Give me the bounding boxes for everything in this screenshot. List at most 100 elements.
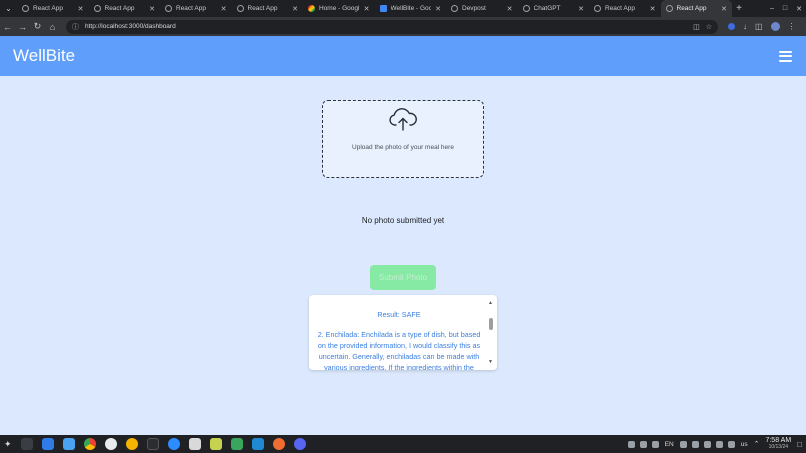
reload-icon[interactable]: ↻ <box>30 21 45 32</box>
globe-icon <box>165 5 172 12</box>
scrollbar-thumb[interactable] <box>488 318 493 330</box>
browser-tab[interactable]: ChatGPT ✕ <box>518 0 590 17</box>
address-bar[interactable]: ⓘ http://localhost:3000/dashboard ◫ ☆ <box>66 19 718 34</box>
bookmark-star-icon[interactable]: ☆ <box>706 23 712 31</box>
extensions-area: ↓ ◫ ⋮ <box>728 22 796 31</box>
browser-tab-strip: ⌄ React App ✕ React App ✕ React App ✕ React… <box>0 0 806 17</box>
task-manager-icon[interactable] <box>20 438 33 450</box>
brand-logo[interactable]: WellBite <box>13 46 75 66</box>
language-indicator[interactable]: EN <box>665 441 674 448</box>
result-content: Result: SAFE 2. Enchilada: Enchilada is … <box>309 295 489 370</box>
new-tab-icon[interactable]: + <box>732 3 746 14</box>
minimize-icon[interactable]: – <box>770 5 774 12</box>
settings-app-icon[interactable] <box>125 438 138 450</box>
close-icon[interactable]: ✕ <box>292 5 298 13</box>
globe-icon <box>594 5 601 12</box>
tab-label: React App <box>104 5 135 12</box>
keyboard-layout[interactable]: us <box>741 441 748 448</box>
side-panel-icon[interactable]: ◫ <box>755 22 763 31</box>
text-editor-icon[interactable] <box>188 438 201 450</box>
os-taskbar: ✦ EN us ⌃ 7:58 AM 10/13/24 □ <box>0 435 806 453</box>
vscode-icon[interactable] <box>251 438 264 450</box>
close-icon[interactable]: ✕ <box>78 5 84 13</box>
clock-date: 10/13/24 <box>768 444 789 450</box>
globe-icon <box>665 5 673 12</box>
discord-tray-icon[interactable] <box>639 440 647 448</box>
color-app-icon[interactable] <box>679 440 687 448</box>
install-app-icon[interactable]: ◫ <box>693 23 700 31</box>
home-icon[interactable]: ⌂ <box>45 22 60 32</box>
close-icon[interactable]: ✕ <box>149 5 155 13</box>
cloud-upload-icon <box>389 108 417 131</box>
no-photo-status: No photo submitted yet <box>361 216 445 225</box>
tray-icons <box>627 440 659 448</box>
forward-icon[interactable]: → <box>15 22 30 32</box>
system-monitor-icon[interactable] <box>230 438 243 450</box>
terminal-icon[interactable] <box>146 438 159 450</box>
tab-label: React App <box>247 5 278 12</box>
browser-tab-active[interactable]: React App ✕ <box>660 0 732 17</box>
close-icon[interactable]: ✕ <box>578 5 584 13</box>
back-icon[interactable]: ← <box>0 22 15 32</box>
close-icon[interactable]: ✕ <box>364 5 370 13</box>
scroll-down-icon[interactable]: ▼ <box>488 360 493 365</box>
result-panel: Result: SAFE 2. Enchilada: Enchilada is … <box>309 295 497 370</box>
browser-tab[interactable]: React App ✕ <box>17 0 89 17</box>
maximize-icon[interactable]: □ <box>783 5 787 12</box>
app-launcher-icon[interactable]: ✦ <box>4 439 12 450</box>
chrome-icon[interactable] <box>83 438 96 450</box>
tab-label: Devpost <box>462 5 486 12</box>
google-docs-icon <box>379 5 387 12</box>
browser-tab[interactable]: React App ✕ <box>89 0 161 17</box>
result-scrollbar[interactable]: ▲ ▼ <box>488 301 493 365</box>
submit-photo-button[interactable]: Submit Photo <box>370 265 436 290</box>
bootstrap-icon[interactable] <box>209 438 222 450</box>
tray-app-icon[interactable] <box>627 440 635 448</box>
close-icon[interactable]: ✕ <box>650 5 656 13</box>
tab-label: ChatGPT <box>533 5 561 12</box>
browser-tab[interactable]: React App ✕ <box>589 0 661 17</box>
close-icon[interactable]: ✕ <box>221 5 227 13</box>
wifi-icon[interactable]: ⌃ <box>754 440 760 448</box>
chatgpt-icon <box>522 5 530 12</box>
tab-label: React App <box>676 5 707 12</box>
close-icon[interactable]: ✕ <box>507 5 513 13</box>
postman-icon[interactable] <box>272 438 285 450</box>
scroll-up-icon[interactable]: ▲ <box>488 301 493 306</box>
notifications-icon[interactable]: □ <box>797 440 802 449</box>
result-body: 2. Enchilada: Enchilada is a type of dis… <box>317 330 481 370</box>
tray-icons-2 <box>679 440 735 448</box>
menu-dots-icon[interactable]: ⋮ <box>788 22 796 31</box>
discord-icon[interactable] <box>293 438 306 450</box>
alarm-icon[interactable] <box>651 440 659 448</box>
close-icon[interactable]: ✕ <box>721 5 727 13</box>
bluetooth-icon[interactable] <box>715 440 723 448</box>
tab-search-icon[interactable]: ⌄ <box>0 0 17 17</box>
tab-label: React App <box>605 5 635 12</box>
close-window-icon[interactable]: ✕ <box>796 5 802 13</box>
google-drive-icon <box>308 5 315 12</box>
zoom-tray-icon[interactable] <box>703 440 711 448</box>
taskbar-apps: ✦ <box>0 438 306 450</box>
app-store-icon[interactable] <box>104 438 117 450</box>
photo-upload-dropzone[interactable]: Upload the photo of your meal here <box>322 100 484 178</box>
result-title: Result: SAFE <box>377 310 421 319</box>
browser-tab[interactable]: React App ✕ <box>232 0 304 17</box>
browser-tab[interactable]: React App ✕ <box>160 0 232 17</box>
file-manager-icon[interactable] <box>62 438 75 450</box>
close-icon[interactable]: ✕ <box>435 5 441 13</box>
browser-tab[interactable]: Devpost ✕ <box>446 0 518 17</box>
site-info-icon[interactable]: ⓘ <box>72 22 79 32</box>
clock[interactable]: 7:58 AM 10/13/24 <box>765 437 791 451</box>
extension-icon[interactable] <box>728 23 735 30</box>
download-icon[interactable]: ↓ <box>743 22 747 31</box>
hamburger-menu-icon[interactable] <box>779 50 792 62</box>
profile-avatar[interactable] <box>770 22 780 31</box>
url-text[interactable]: http://localhost:3000/dashboard <box>85 23 687 30</box>
browser-tab[interactable]: WellBite - Goog✕ <box>375 0 447 17</box>
zoom-icon[interactable] <box>167 438 180 450</box>
desktop-icon[interactable] <box>41 438 54 450</box>
browser-tab[interactable]: Home - Googl ✕ <box>303 0 375 17</box>
vpn-icon[interactable] <box>691 440 699 448</box>
battery-icon[interactable] <box>727 440 735 448</box>
